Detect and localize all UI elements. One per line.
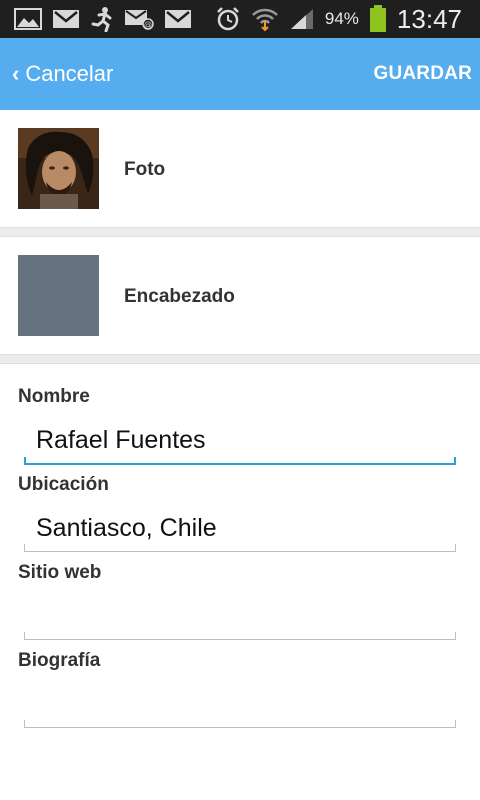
runner-icon xyxy=(90,6,114,32)
notification-icons: @ xyxy=(14,6,192,32)
header-label: Encabezado xyxy=(124,286,235,307)
website-field[interactable] xyxy=(24,596,456,636)
signal-icon xyxy=(289,7,315,31)
website-label: Sitio web xyxy=(18,562,102,583)
chevron-left-icon: ‹ xyxy=(12,61,20,86)
battery-percent: 94% xyxy=(324,9,359,28)
location-field-underline xyxy=(24,544,456,552)
svg-text:@: @ xyxy=(144,20,152,29)
website-field-underline xyxy=(24,632,456,640)
gmail-icon xyxy=(52,7,80,31)
save-button[interactable]: GUARDAR xyxy=(373,52,472,96)
photo-row[interactable]: Foto xyxy=(0,110,480,227)
cancel-button[interactable]: ‹ Cancelar xyxy=(6,52,119,96)
email-at-icon: @ xyxy=(124,7,154,31)
wifi-icon xyxy=(251,6,279,32)
location-label: Ubicación xyxy=(18,474,109,495)
location-field[interactable] xyxy=(24,508,456,548)
profile-photo[interactable] xyxy=(18,128,99,209)
status-bar: @ 94% 13:47 xyxy=(0,0,480,38)
header-image-row[interactable]: Encabezado xyxy=(0,237,480,354)
section-divider xyxy=(0,354,480,364)
name-field-underline xyxy=(24,457,456,465)
name-label: Nombre xyxy=(18,386,90,407)
photo-label: Foto xyxy=(124,159,166,180)
cancel-label: Cancelar xyxy=(25,61,114,86)
alarm-icon xyxy=(215,6,241,32)
header-image[interactable] xyxy=(18,255,99,336)
name-field[interactable] xyxy=(24,420,456,460)
gallery-icon xyxy=(14,7,42,31)
system-icons: 94% 13:47 xyxy=(215,0,462,38)
clock: 13:47 xyxy=(396,3,462,34)
bio-field[interactable] xyxy=(24,684,456,724)
gmail-icon xyxy=(164,7,192,31)
action-bar: ‹ Cancelar GUARDAR xyxy=(0,38,480,110)
bio-field-underline xyxy=(24,720,456,728)
section-divider xyxy=(0,227,480,237)
bio-label: Biografía xyxy=(18,650,101,671)
battery-icon xyxy=(369,5,387,33)
